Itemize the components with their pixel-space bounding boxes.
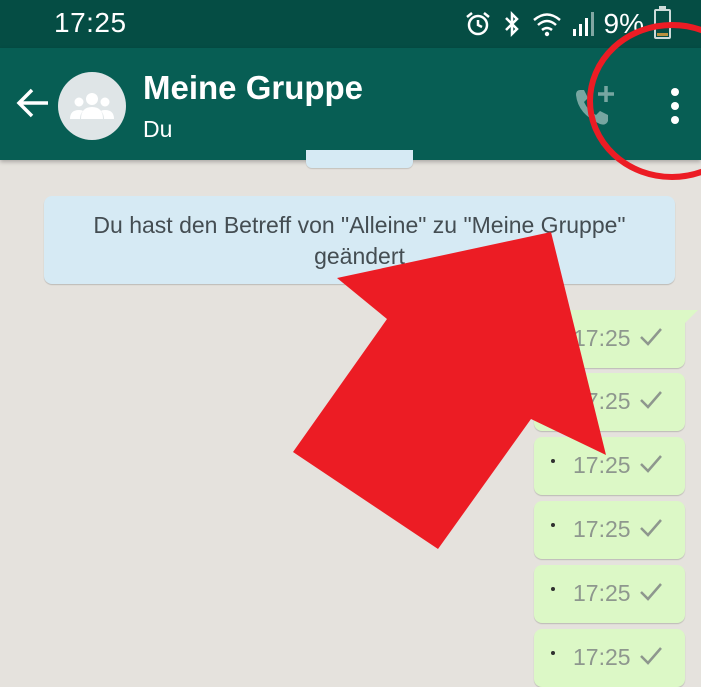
message-time: 17:25 xyxy=(573,516,631,542)
status-time: 17:25 xyxy=(54,7,127,38)
message-bubble-outgoing[interactable]: 17:25 xyxy=(534,373,685,431)
message-time: 17:25 xyxy=(573,388,631,414)
single-check-icon xyxy=(640,519,662,537)
status-icons: 9% xyxy=(464,6,671,41)
signal-icon xyxy=(572,12,594,36)
message-bubble-outgoing[interactable]: 17:25 xyxy=(534,310,698,368)
single-check-icon xyxy=(640,583,662,601)
message-text xyxy=(551,587,555,591)
single-check-icon xyxy=(640,328,662,346)
group-avatar[interactable] xyxy=(58,72,126,140)
message-time: 17:25 xyxy=(573,325,631,351)
battery-icon xyxy=(654,6,671,39)
single-check-icon xyxy=(640,391,662,409)
system-message: Du hast den Betreff von "Alleine" zu "Me… xyxy=(44,196,675,284)
message-bubble-outgoing[interactable]: 17:25 xyxy=(534,437,685,495)
message-time: 17:25 xyxy=(573,580,631,606)
message-text xyxy=(551,395,555,399)
message-text xyxy=(551,523,555,527)
message-text xyxy=(551,459,555,463)
alarm-icon xyxy=(465,12,490,36)
wifi-icon xyxy=(532,13,561,37)
message-text xyxy=(551,332,555,336)
message-text xyxy=(551,651,555,655)
bubble-tail xyxy=(684,310,698,324)
battery-percent: 9% xyxy=(603,8,644,39)
message-bubble-outgoing[interactable]: 17:25 xyxy=(534,565,685,623)
add-call-icon[interactable] xyxy=(570,82,620,130)
bluetooth-icon xyxy=(504,10,519,38)
message-time: 17:25 xyxy=(573,644,631,670)
system-message-text: Du hast den Betreff von "Alleine" zu "Me… xyxy=(93,212,626,269)
chat-title[interactable]: Meine Gruppe xyxy=(143,69,363,107)
back-arrow-icon[interactable] xyxy=(12,82,54,124)
single-check-icon xyxy=(640,455,662,473)
chat-header: Meine Gruppe Du xyxy=(0,48,701,160)
previous-system-message xyxy=(306,150,413,168)
chat-subtitle: Du xyxy=(143,116,173,142)
status-bar: 17:25 9% xyxy=(0,0,701,48)
message-bubble-outgoing[interactable]: 17:25 xyxy=(534,629,685,687)
message-time: 17:25 xyxy=(573,452,631,478)
group-avatar-icon xyxy=(70,93,114,119)
more-options-icon[interactable] xyxy=(660,86,690,126)
message-bubble-outgoing[interactable]: 17:25 xyxy=(534,501,685,559)
